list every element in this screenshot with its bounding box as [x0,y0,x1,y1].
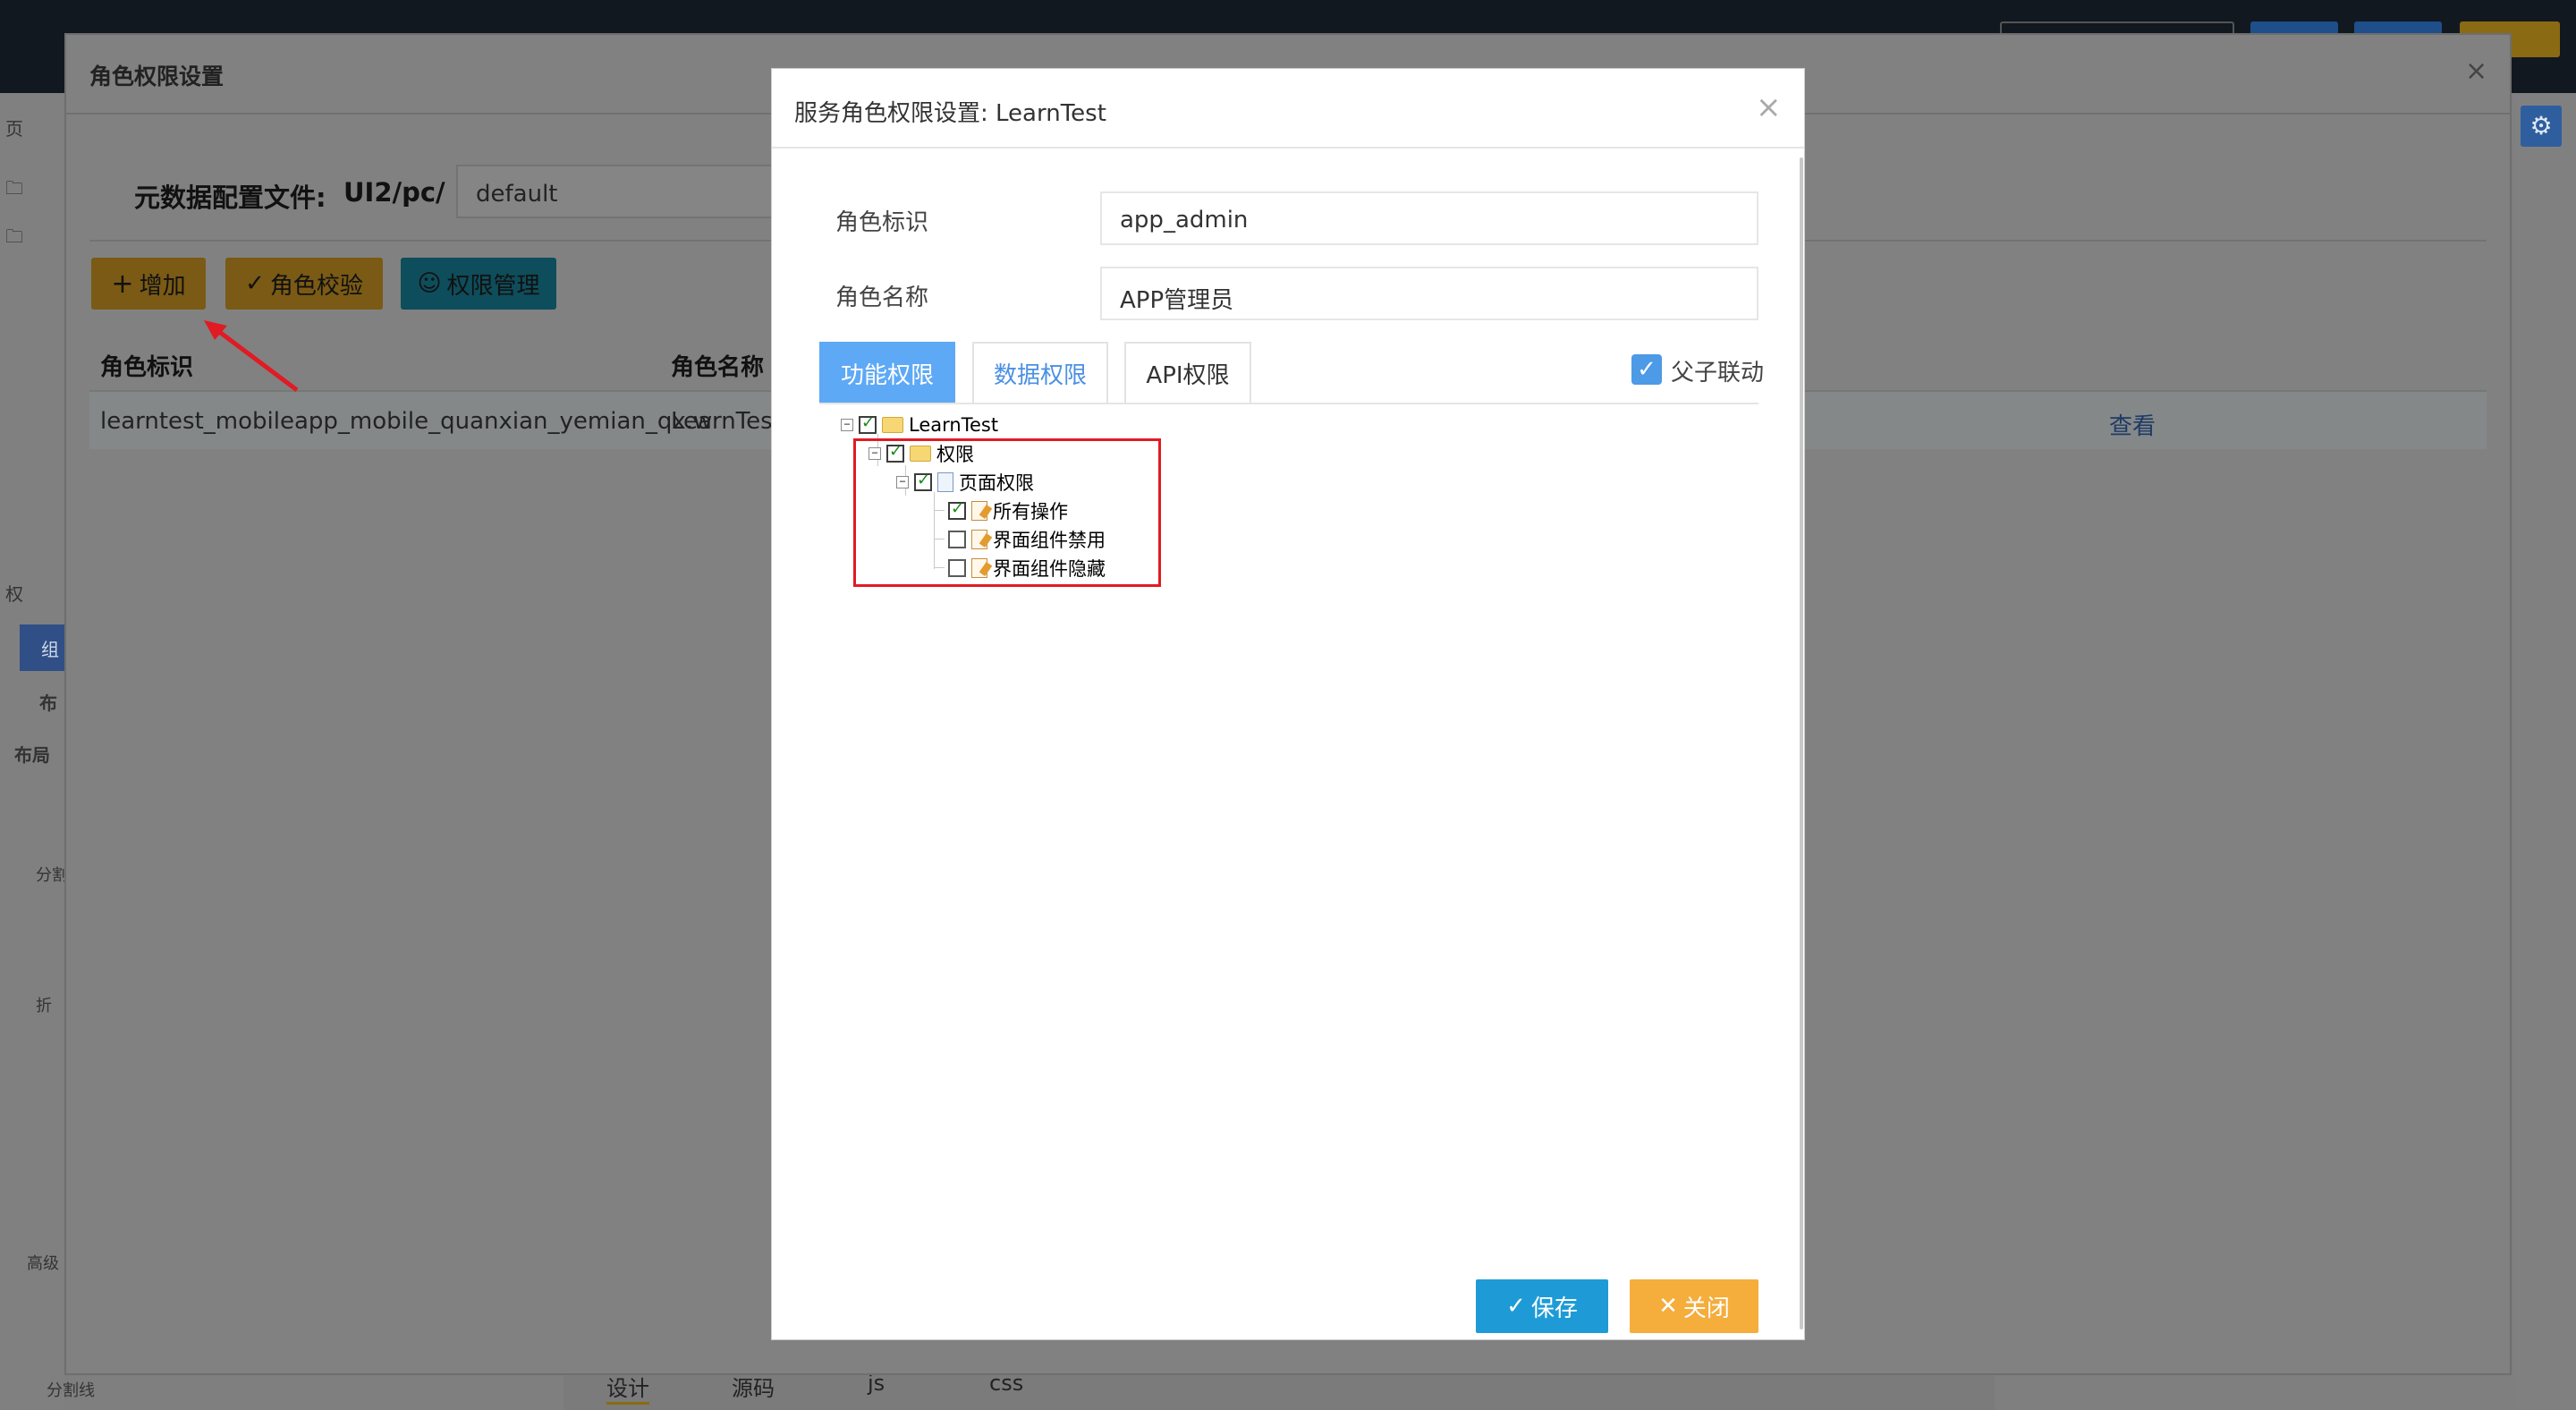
check-icon: ✓ [245,270,265,297]
red-arrow-annotation [204,320,299,392]
view-link[interactable]: 查看 [2109,408,2156,441]
role-check-label: 角色校验 [269,272,363,300]
folder-icon: 🗀 [5,177,23,199]
service-role-permission-dialog [771,68,1805,1340]
dialog-title: 服务角色权限设置: LearnTest [794,100,1106,127]
add-button[interactable]: + 增加 [91,258,206,310]
save-button-label: 保存 [1530,1295,1578,1322]
left-label-1: 页 [5,118,23,140]
left-label-3: 布 [39,692,57,714]
column-header-role-name: 角色名称 [671,354,765,381]
metadata-path: UI2/pc/ [343,177,445,208]
check-icon: ✓ [1506,1293,1526,1320]
permission-manage-button[interactable]: ☺ 权限管理 [401,258,556,310]
left-label-7: 高级 [27,1254,59,1273]
left-tab-label: 组 [41,639,59,660]
role-id-field[interactable]: app_admin [1100,191,1758,245]
left-section-title: 布局 [14,744,50,766]
role-check-button[interactable]: ✓ 角色校验 [225,258,383,310]
tree-node-root[interactable]: − LearnTest [841,412,998,438]
gear-icon[interactable]: ⚙ [2521,106,2562,147]
user-icon: ☺ [417,270,442,297]
permission-manage-label: 权限管理 [446,272,540,300]
folder-icon: 🗀 [5,225,23,247]
close-button-label: 关闭 [1682,1295,1730,1322]
role-id-label: 角色标识 [835,209,929,236]
metadata-label: 元数据配置文件: [134,183,326,213]
tab-api-permission[interactable]: API权限 [1124,342,1251,403]
tab-data-permission[interactable]: 数据权限 [972,342,1108,403]
row-role-id: learntest_mobileapp_mobile_quanxian_yemi… [100,408,713,435]
right-panel [2515,93,2576,1410]
outer-dialog-title: 角色权限设置 [89,64,225,89]
add-button-label: 增加 [139,272,186,300]
column-header-role-id: 角色标识 [100,354,194,381]
tab-underline [819,403,1758,404]
dialog-divider [772,147,1804,149]
tab-function-permission[interactable]: 功能权限 [819,342,955,403]
left-label-8: 分割线 [47,1381,95,1400]
left-label-5: 分割 [36,866,68,885]
dialog-scrollbar[interactable] [1800,157,1803,1329]
collapse-icon[interactable]: − [841,419,853,431]
close-icon[interactable]: × [1756,89,1782,125]
metadata-select[interactable]: default [456,165,778,218]
tab-design[interactable]: 设计 [606,1371,649,1405]
red-highlight-box [853,438,1161,587]
left-label-2: 权 [5,583,23,605]
save-button[interactable]: ✓ 保存 [1476,1279,1608,1333]
tab-source[interactable]: 源码 [732,1371,775,1402]
close-button[interactable]: ✕ 关闭 [1630,1279,1758,1333]
parent-child-linkage-checkbox[interactable]: ✓ [1631,354,1662,385]
folder-icon [882,417,903,433]
role-name-field[interactable]: APP管理员 [1100,267,1758,320]
parent-child-linkage-label: 父子联动 [1671,360,1765,386]
x-icon: ✕ [1658,1293,1678,1320]
left-label-6: 折 [36,997,52,1015]
row-role-name: LearnTest [671,408,782,435]
plus-icon: + [111,268,134,300]
role-name-label: 角色名称 [835,285,929,311]
outer-close-icon[interactable]: × [2465,55,2487,87]
tree-node-label: LearnTest [909,414,999,436]
tree-checkbox[interactable] [859,413,877,434]
